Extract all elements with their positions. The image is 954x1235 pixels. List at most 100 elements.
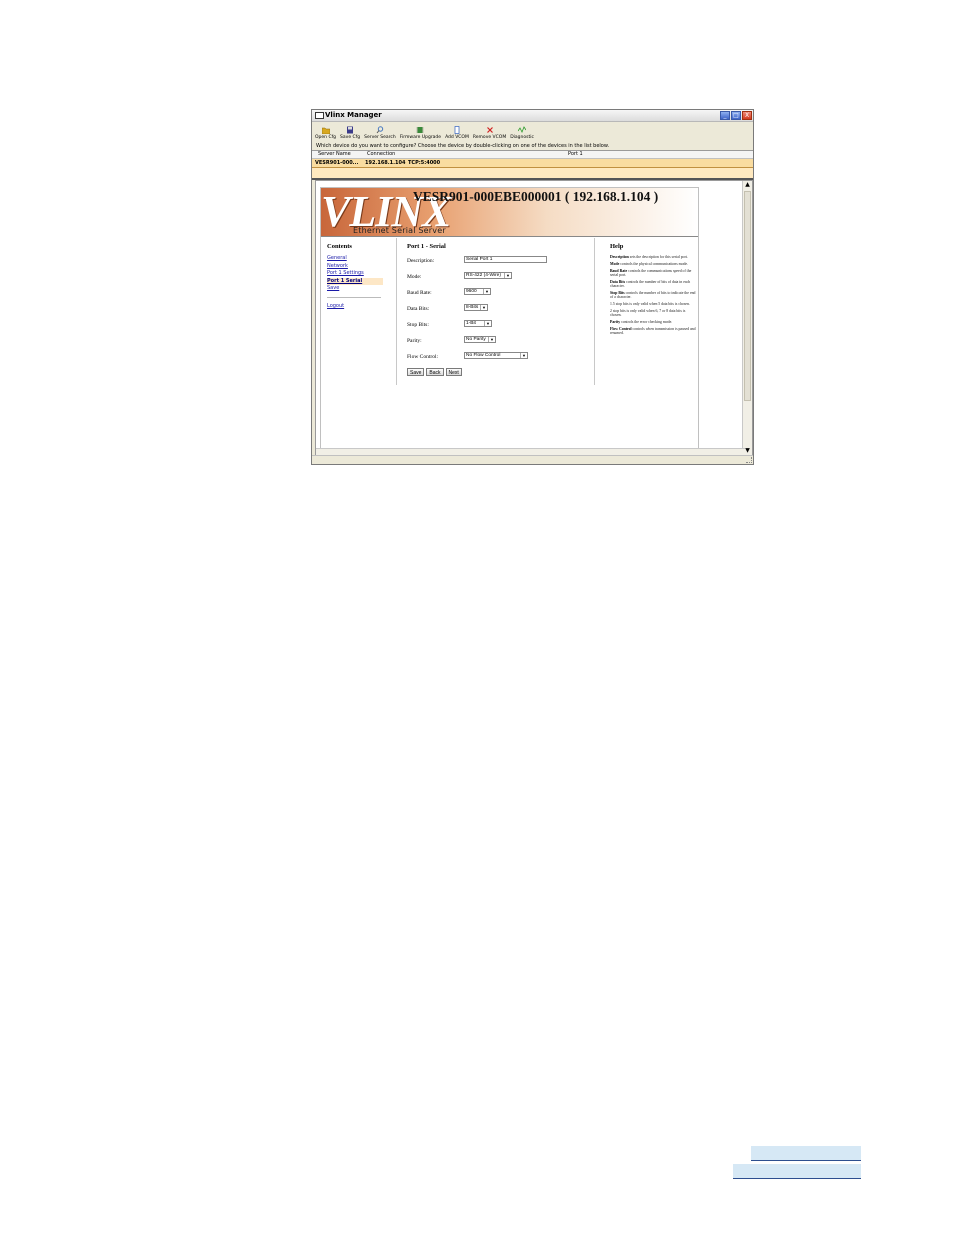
config-page: VLINX VESR901-000EBE000001 ( 192.168.1.1… [320,187,699,451]
maximize-button[interactable]: □ [731,111,741,120]
help-item: 1.5 stop bits is only valid when 5 data … [610,302,690,306]
chevron-down-icon: ▼ [480,305,487,310]
remove-vcom-label: Remove VCOM [472,135,507,140]
parity-select[interactable]: No Parity ▼ [464,336,496,343]
close-button[interactable]: X [742,111,752,120]
help-item: Stop Bits controls the number of bits to… [610,291,696,299]
mode-select[interactable]: RS-422 (4-Wire) ▼ [464,272,512,279]
open-cfg-button[interactable]: Open Cfg [315,126,336,140]
server-search-label: Server Search [364,135,396,140]
mode-label: Mode: [407,274,422,280]
right-divider [594,238,595,385]
contents-sidebar: Contents General Network Port 1 Settings… [327,243,383,311]
vlinx-manager-window: Vlinx Manager _ □ X Open Cfg Save Cfg Se… [311,109,754,465]
data-bits-value: 8-Bits [466,305,479,310]
diagnostic-label: Diagnostic [510,135,534,140]
device-port: TCP:5:4000 [408,160,441,166]
app-icon [315,112,324,119]
help-item: Data Bits controls the number of bits of… [610,280,691,288]
help-item: 2 stop bits is only valid when 6, 7 or 8… [610,309,686,317]
help-item: Baud Rate controls the communications sp… [610,269,692,277]
scroll-thumb[interactable] [744,191,751,401]
window-title: Vlinx Manager [325,111,382,119]
description-input[interactable]: Serial Port 1 [464,256,547,263]
device-list-header: Server Name Connection Port 1 [312,150,753,159]
mode-value: RS-422 (4-Wire) [466,273,501,278]
stop-bits-select[interactable]: 1-Bit ▼ [464,320,492,327]
floppy-icon [347,126,354,134]
chevron-down-icon: ▼ [488,337,495,342]
diagnostic-button[interactable]: Diagnostic [510,126,534,140]
scroll-up-icon[interactable]: ▲ [743,181,752,189]
flow-control-label: Flow Control: [407,354,439,360]
parity-label: Parity: [407,338,422,344]
nav-save-link[interactable]: Save [327,285,383,293]
footer-tab-2 [733,1164,861,1179]
help-panel: Help Description sets the description fo… [610,243,696,338]
logout-link[interactable]: Logout [327,303,383,311]
add-vcom-button[interactable]: Add VCOM [445,126,469,140]
next-button[interactable]: Next [445,368,462,376]
baud-rate-label: Baud Rate: [407,290,432,296]
vlinx-banner: VLINX VESR901-000EBE000001 ( 192.168.1.1… [321,188,698,237]
minimize-button[interactable]: _ [720,111,730,120]
embedded-browser: VLINX VESR901-000EBE000001 ( 192.168.1.1… [315,180,753,456]
help-heading: Help [610,243,624,250]
add-vcom-label: Add VCOM [445,135,469,140]
help-item: Parity controls the error checking mode. [610,320,673,324]
flow-control-value: No Flow Control [466,353,501,358]
device-prompt: Which device do you want to configure? C… [316,143,610,149]
folder-icon [321,127,330,134]
nav-general-link[interactable]: General [327,255,383,263]
save-cfg-button[interactable]: Save Cfg [340,126,360,140]
chevron-down-icon: ▼ [520,353,527,358]
stop-bits-label: Stop Bits: [407,322,429,328]
nav-port1-serial-link[interactable]: Port 1 Serial [327,277,383,286]
back-button[interactable]: Back [426,368,444,376]
parity-value: No Parity [466,337,486,342]
help-item: Description sets the description for thi… [610,255,688,259]
save-button[interactable]: Save [407,368,425,376]
flow-control-select[interactable]: No Flow Control ▼ [464,352,528,359]
horizontal-scrollbar[interactable] [316,448,745,455]
vertical-scrollbar[interactable]: ▲ ▼ [742,181,752,455]
open-cfg-label: Open Cfg [315,135,337,140]
chevron-down-icon: ▼ [504,273,511,278]
footer-tab-1 [751,1146,861,1161]
stop-bits-value: 1-Bit [466,321,476,326]
firmware-upgrade-button[interactable]: Firmware Upgrade [400,126,441,140]
chip-icon [416,127,424,133]
add-vcom-icon [454,126,460,134]
server-search-button[interactable]: Server Search [364,126,396,140]
status-bar [312,455,753,464]
port-serial-form: Port 1 - Serial Description: Serial Port… [407,243,587,376]
col-port-1[interactable]: Port 1 [568,151,583,158]
diagnostic-icon [518,126,527,133]
help-item: Flow Control controls when transmission … [610,327,696,335]
col-connection[interactable]: Connection [367,151,395,158]
device-ip: 192.168.1.104 [365,160,406,166]
remove-icon [486,127,493,133]
help-item: Mode controls the physical communication… [610,262,689,266]
description-label: Description: [407,258,435,264]
nav-network-link[interactable]: Network [327,263,383,271]
device-row[interactable]: VESR901-000... 192.168.1.104 TCP:5:4000 [312,159,753,168]
chevron-down-icon: ▼ [484,321,491,326]
col-server-name[interactable]: Server Name [318,151,351,158]
resize-grip-icon[interactable] [746,457,752,463]
sidebar-divider [327,296,381,298]
left-divider [396,238,397,385]
device-title: VESR901-000EBE000001 ( 192.168.1.104 ) [413,189,659,204]
nav-port1-settings-link[interactable]: Port 1 Settings [327,270,383,278]
data-bits-select[interactable]: 8-Bits ▼ [464,304,488,311]
contents-heading: Contents [327,243,352,250]
magnifier-icon [376,126,384,134]
device-list-empty-area [312,168,753,180]
save-cfg-label: Save Cfg [340,135,361,140]
title-bar[interactable]: Vlinx Manager _ □ X [312,110,753,122]
remove-vcom-button[interactable]: Remove VCOM [473,126,506,140]
data-bits-label: Data Bits: [407,306,430,312]
baud-rate-value: 9600 [466,289,477,294]
baud-rate-select[interactable]: 9600 ▼ [464,288,491,295]
device-server-name: VESR901-000... [315,160,359,166]
